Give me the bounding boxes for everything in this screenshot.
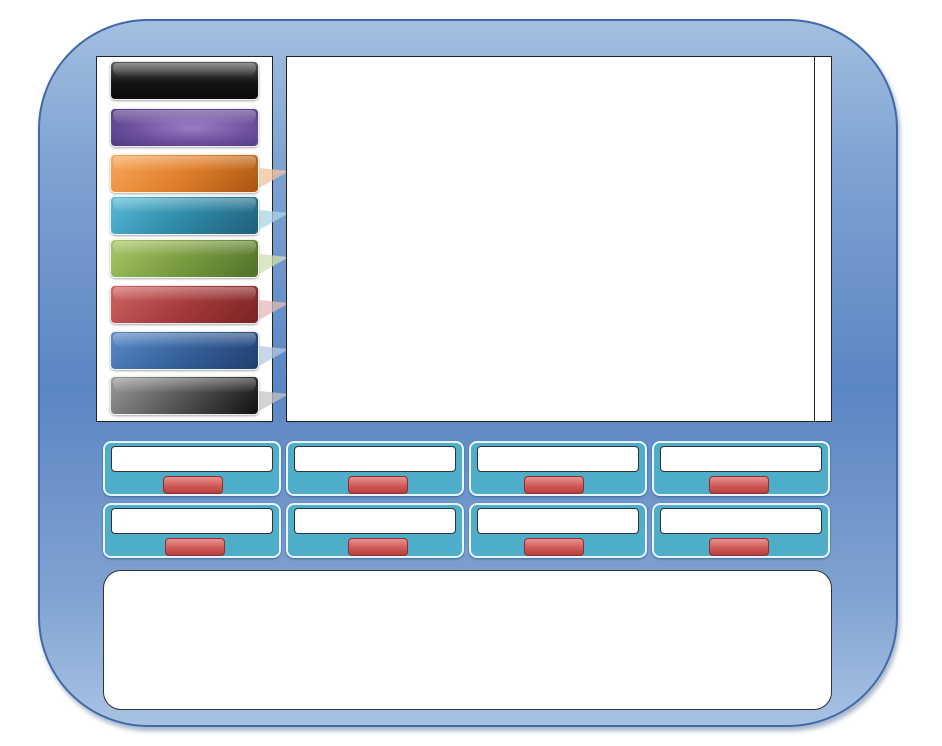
tile-5 <box>103 503 281 558</box>
sidebar-item-orange[interactable] <box>110 154 259 193</box>
sidebar-item-gray[interactable] <box>110 376 259 415</box>
tile-7-button[interactable] <box>524 538 584 556</box>
sidebar-item-black[interactable] <box>110 61 259 100</box>
tile-1 <box>103 441 281 496</box>
tile-2 <box>286 441 464 496</box>
tile-4-field[interactable] <box>660 446 822 472</box>
vertical-scrollbar[interactable] <box>814 57 815 421</box>
tile-6-button[interactable] <box>348 538 408 556</box>
tile-3 <box>469 441 647 496</box>
tile-1-field[interactable] <box>111 446 273 472</box>
sidebar-item-red[interactable] <box>110 285 259 324</box>
tile-1-button[interactable] <box>163 476 223 494</box>
sidebar-item-purple[interactable] <box>110 108 259 147</box>
tile-4 <box>652 441 830 496</box>
tile-8-field[interactable] <box>660 508 822 534</box>
tile-5-button[interactable] <box>165 538 225 556</box>
tile-5-field[interactable] <box>111 508 273 534</box>
sidebar-item-blue[interactable] <box>110 331 259 370</box>
tile-8-button[interactable] <box>709 538 769 556</box>
sidebar-item-teal[interactable] <box>110 196 259 235</box>
sidebar-item-green[interactable] <box>110 239 259 278</box>
tile-8 <box>652 503 830 558</box>
content-pane <box>286 56 832 422</box>
tile-3-field[interactable] <box>477 446 639 472</box>
tile-4-button[interactable] <box>709 476 769 494</box>
tile-6 <box>286 503 464 558</box>
tile-3-button[interactable] <box>524 476 584 494</box>
tile-7-field[interactable] <box>477 508 639 534</box>
tile-2-field[interactable] <box>294 446 456 472</box>
tile-6-field[interactable] <box>294 508 456 534</box>
footer-panel <box>103 570 832 710</box>
tile-7 <box>469 503 647 558</box>
tile-2-button[interactable] <box>348 476 408 494</box>
